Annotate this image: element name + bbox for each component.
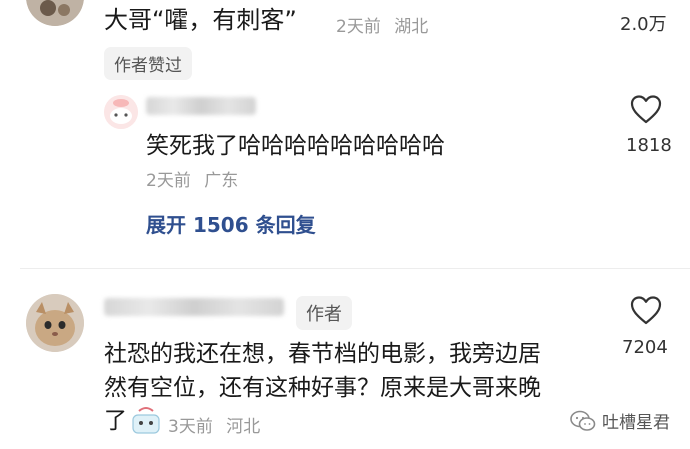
avatar-image — [104, 95, 138, 129]
emoji-sticker-icon — [130, 405, 162, 439]
comment-text-line-2: 然有空位，还有这种好事？原来是大哥来晚 — [104, 375, 541, 401]
comment-meta: 3天前 河北 — [168, 412, 260, 437]
like-button[interactable] — [630, 94, 662, 124]
avatar-image — [26, 294, 84, 352]
watermark: 吐槽星君 — [570, 408, 670, 433]
wechat-icon — [570, 410, 596, 431]
heart-icon — [630, 95, 662, 124]
reply-location: 广东 — [204, 171, 239, 191]
comment-time: 3天前 — [168, 417, 213, 437]
comment-meta: 2天前 湖北 — [336, 12, 428, 37]
watermark-text: 吐槽星君 — [602, 413, 670, 433]
comment-time: 2天前 — [336, 17, 381, 37]
like-count: 7204 — [622, 337, 668, 358]
reply-text: 笑死我了哈哈哈哈哈哈哈哈哈 — [146, 133, 445, 159]
author-liked-badge: 作者赞过 — [104, 47, 192, 80]
reply-time: 2天前 — [146, 171, 191, 191]
comment-location: 湖北 — [394, 17, 429, 37]
comment-text-line-1: 社恐的我还在想，春节档的电影，我旁边居 — [104, 341, 541, 367]
avatar-reply[interactable] — [104, 95, 138, 129]
avatar-image — [26, 0, 84, 26]
avatar-top-commenter[interactable] — [26, 0, 84, 26]
like-button[interactable] — [630, 295, 662, 325]
author-badge: 作者 — [296, 296, 352, 330]
comment-location: 河北 — [226, 417, 261, 437]
author-username[interactable] — [104, 298, 284, 316]
expand-replies-link[interactable]: 展开 1506 条回复 — [146, 209, 316, 238]
like-count: 1818 — [626, 135, 672, 156]
heart-icon — [630, 296, 662, 325]
comment-text-line-3: 了 — [104, 408, 127, 434]
like-count: 2.0万 — [620, 14, 667, 35]
avatar-author-commenter[interactable] — [26, 294, 84, 352]
reply-username[interactable] — [146, 97, 256, 115]
divider — [20, 268, 690, 269]
comment-text: 大哥“嚯，有刺客” — [104, 6, 297, 34]
reply-meta: 2天前 广东 — [146, 166, 238, 191]
